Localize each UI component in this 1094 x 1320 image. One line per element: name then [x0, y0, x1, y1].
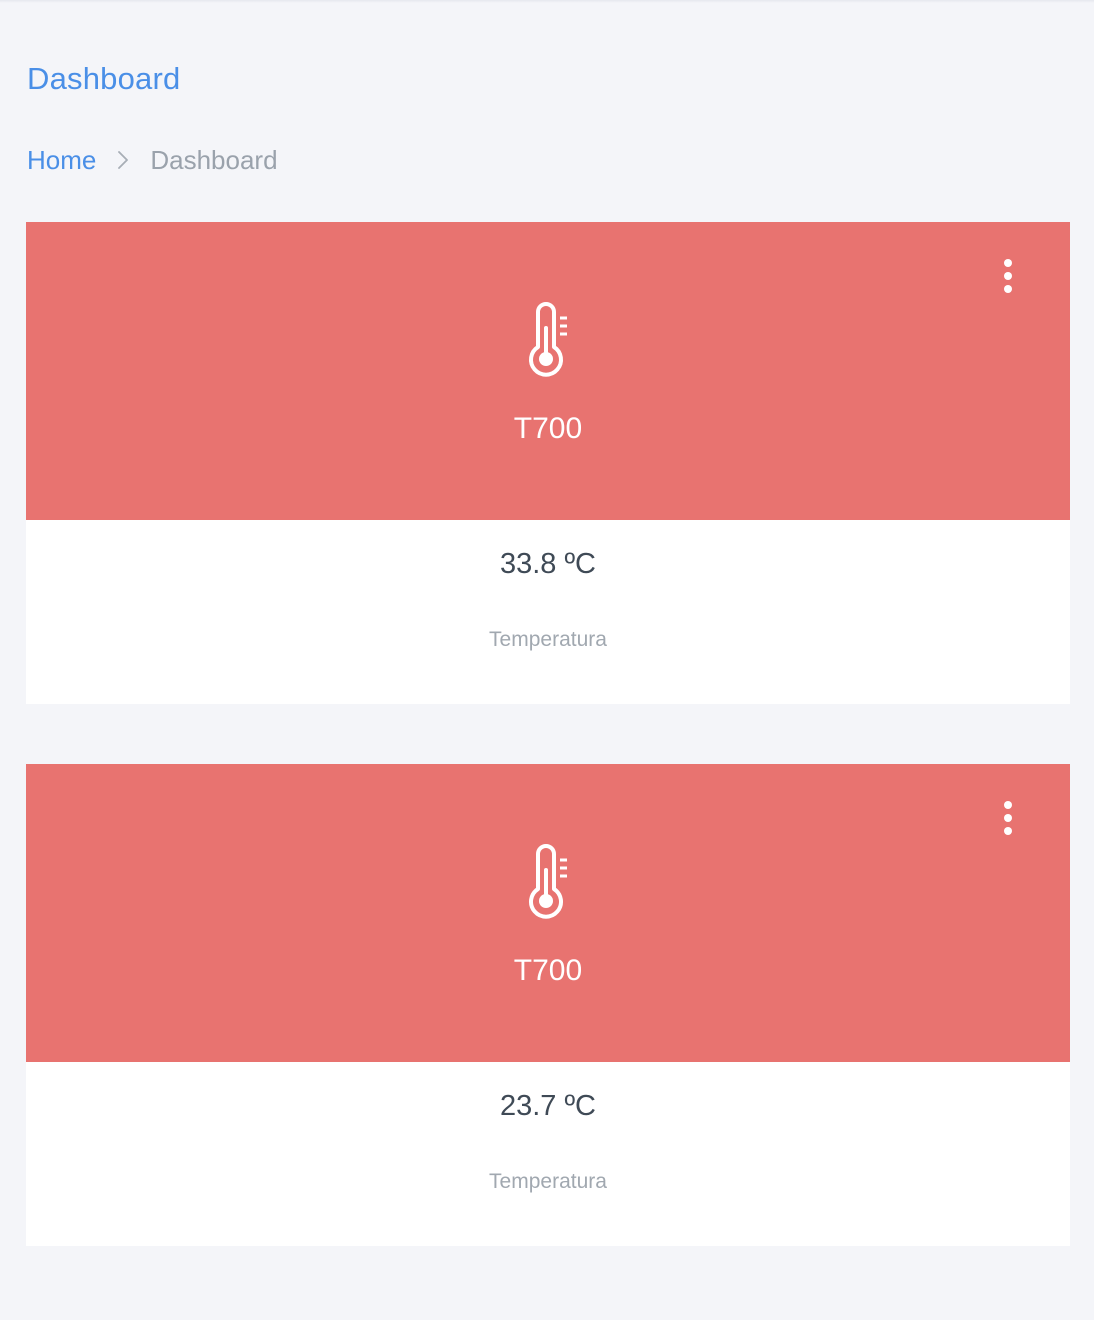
sensor-card: T700 23.7 ºC Temperatura	[26, 764, 1070, 1246]
top-bar-shadow	[0, 0, 1094, 3]
sensor-card-body: 33.8 ºC Temperatura	[26, 520, 1070, 704]
thermometer-icon	[524, 844, 572, 922]
temperature-reading: 23.7 ºC	[499, 1090, 597, 1122]
sensor-card: T700 33.8 ºC Temperatura	[26, 222, 1070, 704]
device-name: T700	[513, 954, 583, 987]
breadcrumb-home-link[interactable]: Home	[27, 143, 96, 177]
sensor-card-header: T700	[26, 222, 1070, 520]
sensor-card-body: 23.7 ºC Temperatura	[26, 1062, 1070, 1246]
breadcrumb-current: Dashboard	[150, 145, 278, 175]
more-vertical-icon[interactable]	[996, 800, 1020, 840]
metric-label: Temperatura	[489, 628, 607, 651]
sensor-card-header: T700	[26, 764, 1070, 1062]
device-name: T700	[513, 412, 583, 445]
chevron-right-icon	[96, 149, 150, 171]
thermometer-icon	[524, 302, 572, 380]
page-title: Dashboard	[27, 61, 181, 96]
metric-label: Temperatura	[489, 1170, 607, 1193]
more-vertical-icon[interactable]	[996, 258, 1020, 298]
temperature-reading: 33.8 ºC	[499, 548, 597, 580]
breadcrumb: Home Dashboard	[27, 143, 278, 177]
